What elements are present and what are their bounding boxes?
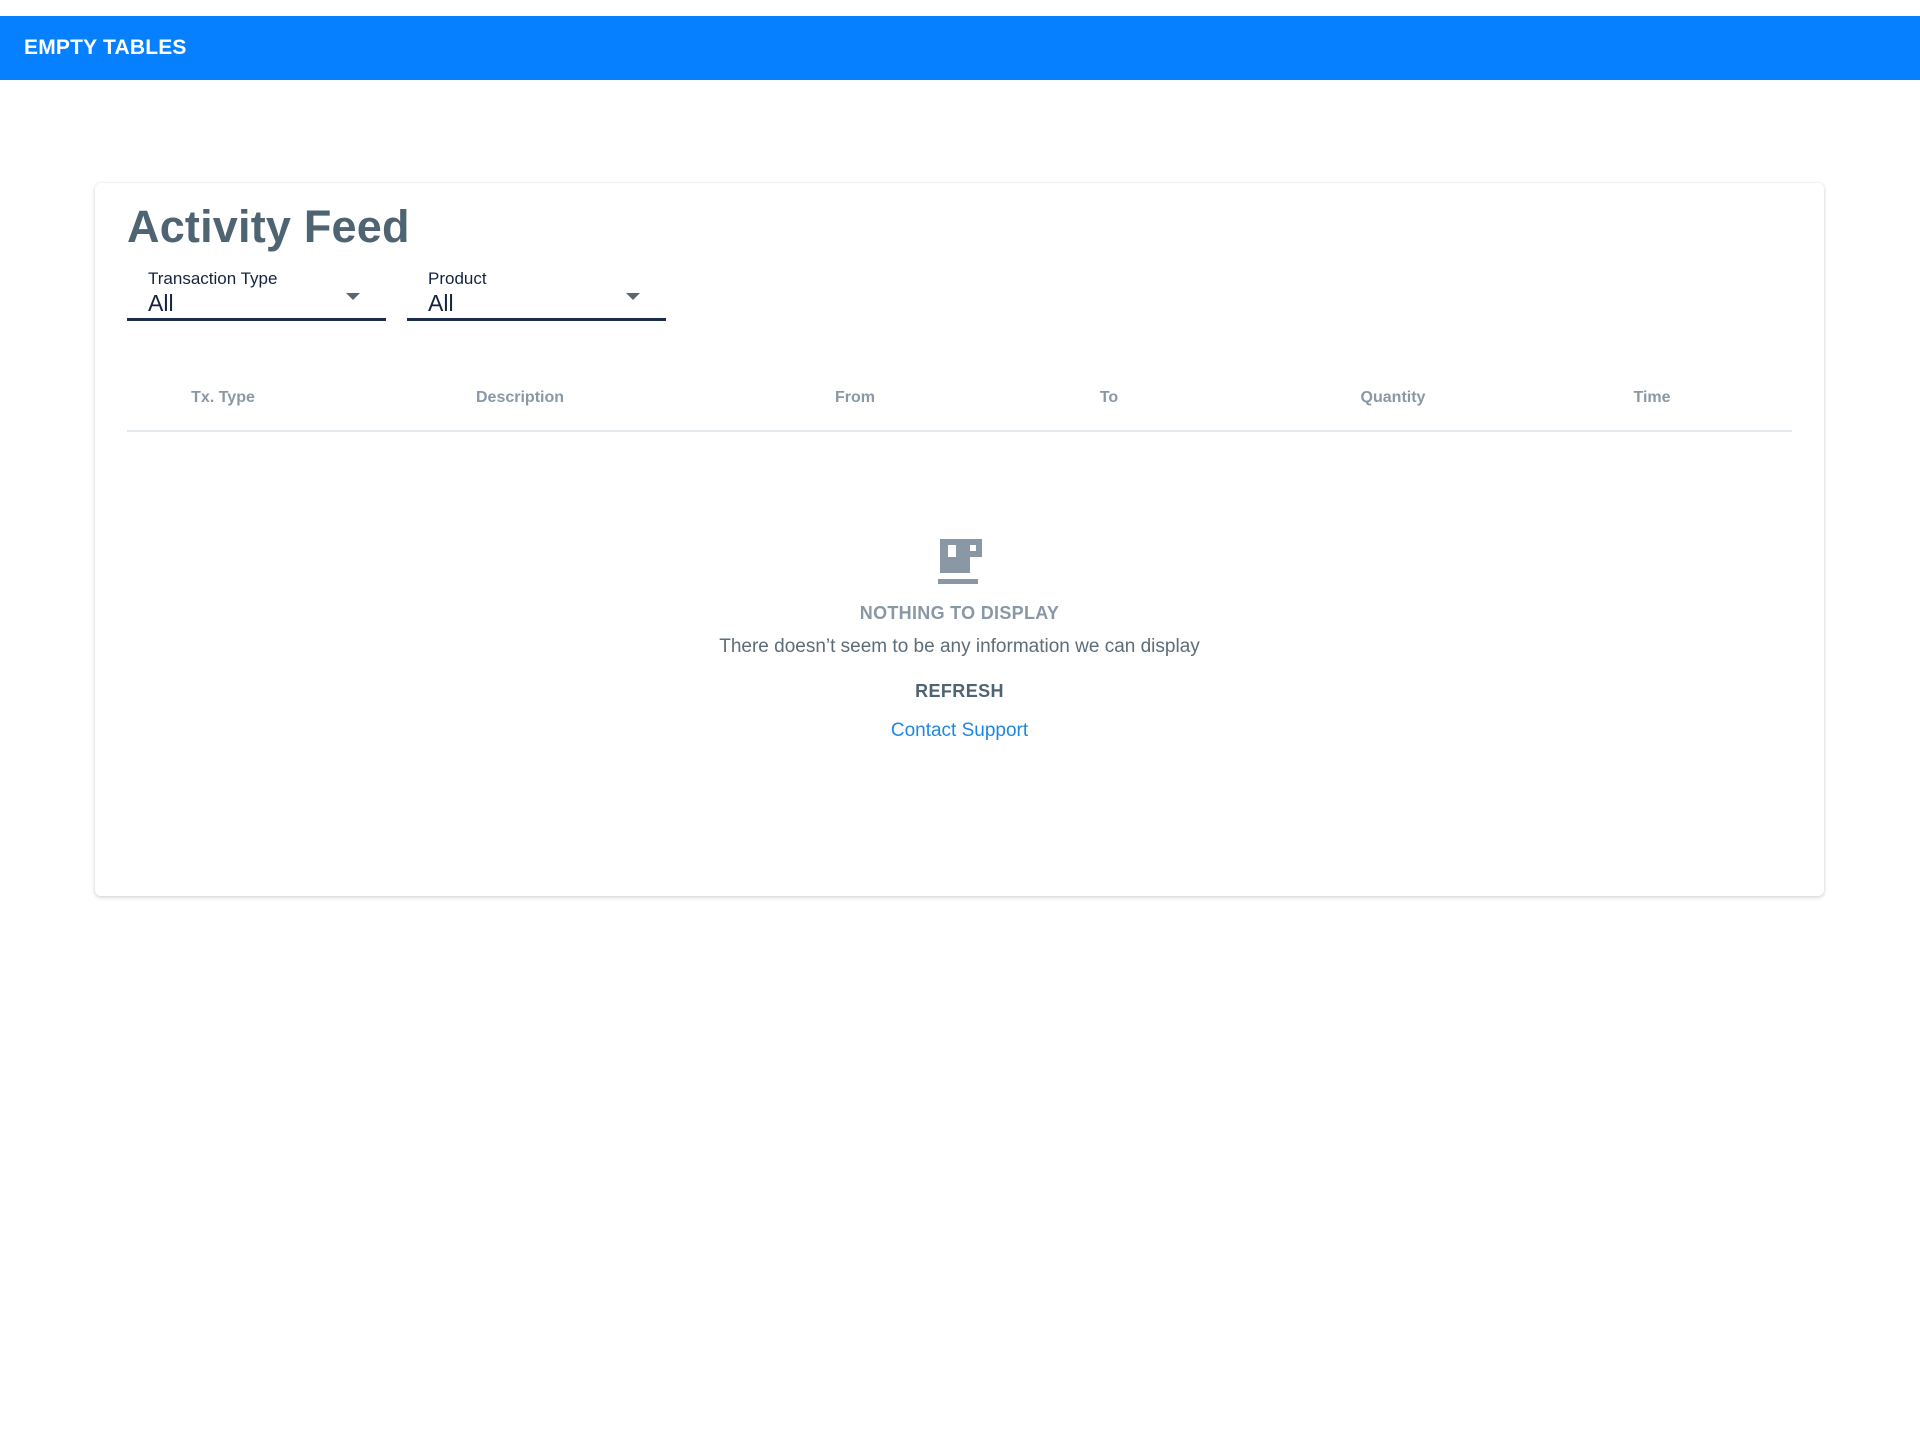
activity-feed-card: Activity Feed Transaction Type All Produ… xyxy=(95,183,1824,896)
transaction-type-label: Transaction Type xyxy=(148,269,278,288)
coffee-mug-icon xyxy=(937,539,982,585)
column-header-time[interactable]: Time xyxy=(1633,389,1670,407)
empty-state: NOTHING TO DISPLAY There doesn’t seem to… xyxy=(95,539,1824,742)
transaction-type-value: All xyxy=(148,290,174,316)
product-select[interactable]: Product All xyxy=(407,269,666,321)
column-header-description[interactable]: Description xyxy=(476,389,564,407)
contact-support-link[interactable]: Contact Support xyxy=(95,720,1824,742)
column-header-tx-type[interactable]: Tx. Type xyxy=(191,389,255,407)
column-header-quantity[interactable]: Quantity xyxy=(1361,389,1426,407)
top-gap xyxy=(0,0,1920,16)
empty-state-message: There doesn’t seem to be any information… xyxy=(719,636,1200,657)
page-title: Activity Feed xyxy=(127,201,410,252)
column-header-to[interactable]: To xyxy=(1100,389,1118,407)
product-value: All xyxy=(428,290,454,316)
chevron-down-icon[interactable] xyxy=(626,293,640,300)
product-label: Product xyxy=(428,269,487,288)
chevron-down-icon[interactable] xyxy=(346,293,360,300)
table-header: Tx. Type Description From To Quantity Ti… xyxy=(127,353,1792,432)
app-title: EMPTY TABLES xyxy=(24,36,187,59)
empty-state-heading: NOTHING TO DISPLAY xyxy=(859,603,1060,623)
transaction-type-select[interactable]: Transaction Type All xyxy=(127,269,386,321)
column-header-from[interactable]: From xyxy=(835,389,875,407)
app-bar: EMPTY TABLES xyxy=(0,16,1920,80)
refresh-button[interactable]: REFRESH xyxy=(915,681,1004,702)
